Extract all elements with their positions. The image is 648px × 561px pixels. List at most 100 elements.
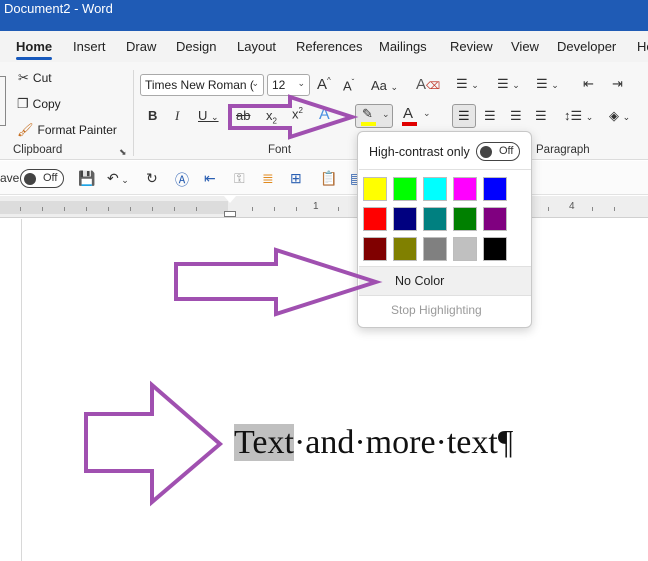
- font-name-combo[interactable]: Times New Roman ( ⌄: [140, 74, 264, 96]
- redo-icon[interactable]: ↻: [146, 170, 158, 187]
- save-icon[interactable]: 💾: [78, 170, 95, 187]
- justify-icon[interactable]: ☰: [535, 108, 547, 124]
- text-box-icon[interactable]: Ⓐ: [175, 170, 189, 190]
- shading-icon[interactable]: ◈ ⌄: [609, 108, 630, 124]
- tab-view[interactable]: View: [511, 39, 539, 54]
- tab-mailings[interactable]: Mailings: [379, 39, 427, 54]
- numbering-icon[interactable]: ☰ ⌄: [497, 76, 520, 92]
- color-swatch[interactable]: [483, 177, 507, 201]
- document-canvas[interactable]: [0, 219, 648, 561]
- grow-font-icon[interactable]: A^: [317, 76, 331, 93]
- line-spacing-icon[interactable]: ↕☰ ⌄: [564, 108, 593, 124]
- tab-references[interactable]: References: [296, 39, 362, 54]
- scissors-icon: ✂: [18, 70, 29, 85]
- no-color-label: No Color: [395, 274, 445, 288]
- horizontal-ruler: 1 2 4: [0, 196, 648, 218]
- chevron-down-icon: ⌄: [297, 78, 305, 88]
- clipboard-group-label: Clipboard: [13, 144, 63, 156]
- color-swatch[interactable]: [423, 237, 447, 261]
- color-swatch[interactable]: [423, 207, 447, 231]
- tab-help[interactable]: He: [637, 39, 648, 54]
- align-left-icon: ☰: [458, 108, 470, 123]
- toggle-knob: [480, 146, 492, 158]
- tab-design[interactable]: Design: [176, 39, 216, 54]
- highlighted-text[interactable]: Text: [234, 424, 294, 461]
- undo-icon[interactable]: ↶ ⌄: [107, 170, 129, 187]
- stop-highlighting-option[interactable]: Stop Highlighting: [391, 303, 482, 317]
- increase-indent-icon[interactable]: ⇥: [612, 76, 623, 92]
- strikethrough-icon[interactable]: ab: [236, 108, 250, 123]
- tab-layout[interactable]: Layout: [237, 39, 276, 54]
- chevron-down-icon: ⌄: [423, 108, 431, 118]
- cut-button[interactable]: ✂ Cut: [18, 70, 52, 86]
- color-swatch[interactable]: [363, 207, 387, 231]
- color-swatch[interactable]: [363, 237, 387, 261]
- color-swatch[interactable]: [423, 177, 447, 201]
- tab-review[interactable]: Review: [450, 39, 493, 54]
- change-case-button[interactable]: Aa ⌄: [371, 78, 398, 93]
- no-color-option[interactable]: No Color: [359, 267, 531, 295]
- tab-developer[interactable]: Developer: [557, 39, 616, 54]
- copy-icon: ❐: [17, 96, 29, 111]
- lock-icon[interactable]: ⚿: [234, 170, 245, 187]
- color-swatch[interactable]: [453, 177, 477, 201]
- chevron-down-icon: ⌄: [382, 109, 390, 119]
- highlight-button[interactable]: ✎ ⌄: [355, 104, 393, 128]
- copy-button[interactable]: ❐ Copy: [17, 96, 61, 112]
- ruler-margin: [0, 201, 228, 214]
- color-swatch[interactable]: [393, 207, 417, 231]
- title-bar: Document2 - Word: [0, 0, 648, 31]
- tab-home[interactable]: Home: [16, 39, 53, 60]
- font-name-value: Times New Roman (: [145, 78, 254, 92]
- text-effects-icon[interactable]: A: [319, 106, 330, 124]
- clear-formatting-icon[interactable]: A⌫: [416, 76, 440, 93]
- outdent-icon[interactable]: ⇤: [204, 170, 216, 187]
- tab-draw[interactable]: Draw: [126, 39, 156, 54]
- italic-icon[interactable]: I: [175, 108, 179, 124]
- font-size-combo[interactable]: 12 ⌄: [267, 74, 310, 96]
- plain-text[interactable]: ·and·more·text¶: [294, 424, 513, 461]
- styles-icon[interactable]: ≣: [262, 170, 274, 187]
- underline-icon[interactable]: U ⌄: [198, 108, 219, 123]
- format-painter-label: Format Painter: [37, 123, 117, 137]
- highlight-color-dropdown: High-contrast only Off No Color Stop Hig…: [357, 131, 532, 328]
- bullets-icon[interactable]: ☰ ⌄: [456, 76, 479, 92]
- subscript-icon[interactable]: x2: [266, 108, 277, 126]
- color-swatch[interactable]: [393, 177, 417, 201]
- color-swatch[interactable]: [483, 207, 507, 231]
- superscript-icon[interactable]: x2: [292, 106, 303, 121]
- brush-icon: 🖌: [17, 122, 34, 137]
- format-painter-button[interactable]: 🖌 Format Painter: [17, 122, 117, 138]
- font-size-value: 12: [272, 78, 286, 92]
- color-swatch[interactable]: [453, 207, 477, 231]
- font-color-button[interactable]: A ⌄: [400, 104, 434, 128]
- clipboard-icon[interactable]: 📋: [320, 170, 337, 187]
- document-text[interactable]: Text·and·more·text¶: [234, 424, 513, 462]
- high-contrast-state: Off: [499, 145, 514, 157]
- menu-separator: [359, 295, 531, 296]
- decrease-indent-icon[interactable]: ⇤: [583, 76, 594, 92]
- bold-icon[interactable]: B: [148, 108, 157, 123]
- cut-label: Cut: [32, 71, 52, 85]
- clipboard-launcher-icon[interactable]: ⬊: [119, 147, 127, 158]
- color-swatch[interactable]: [393, 237, 417, 261]
- shrink-font-icon[interactable]: Aˇ: [343, 78, 354, 93]
- multilevel-list-icon[interactable]: ☰ ⌄: [536, 76, 559, 92]
- high-contrast-toggle[interactable]: Off: [476, 142, 520, 161]
- indent-marker-icon[interactable]: [224, 196, 236, 218]
- paste-button[interactable]: [0, 76, 6, 126]
- chevron-down-icon: ⌄: [251, 78, 259, 88]
- align-left-button[interactable]: ☰: [452, 104, 476, 128]
- color-swatch[interactable]: [483, 237, 507, 261]
- align-center-icon[interactable]: ☰: [484, 108, 496, 124]
- autosave-toggle[interactable]: Off: [20, 169, 64, 188]
- align-right-icon[interactable]: ☰: [510, 108, 522, 124]
- color-swatch[interactable]: [453, 237, 477, 261]
- tab-insert[interactable]: Insert: [73, 39, 106, 54]
- highlighter-icon: ✎: [362, 106, 373, 121]
- table-icon[interactable]: ⊞: [290, 170, 302, 187]
- ribbon-tabs: Home Insert Draw Design Layout Reference…: [0, 31, 648, 62]
- color-swatch[interactable]: [363, 177, 387, 201]
- autosave-state: Off: [43, 172, 58, 184]
- page-edge: [21, 219, 22, 561]
